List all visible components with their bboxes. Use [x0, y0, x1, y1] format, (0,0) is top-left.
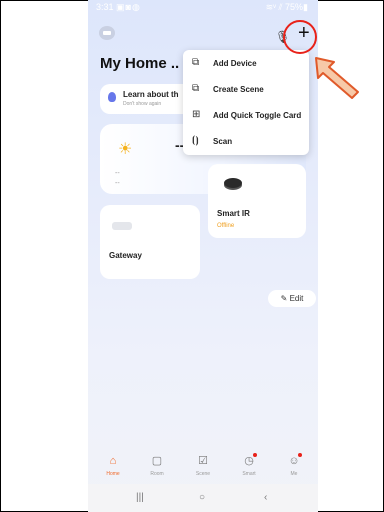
tab-scene[interactable]: ☑ Scene — [183, 448, 223, 483]
smart-ir-device-icon — [224, 178, 242, 188]
bottom-tab-bar: ⌂ Home ▢ Room ☑ Scene ◷ Smart ☺ Me — [88, 448, 318, 483]
phone-screen: 3:31 ▣◙◍ ≋ᵛ ⫽ 75%▮ My Home .. 🎙 + Learn … — [88, 0, 318, 512]
gateway-device-icon — [112, 222, 132, 230]
menu-item-add-quick-toggle-card[interactable]: ⊞ Add Quick Toggle Card — [183, 104, 309, 128]
back-button[interactable]: ‹ — [264, 492, 267, 503]
highlight-circle — [283, 20, 317, 54]
weather-detail-1: -- — [115, 170, 120, 177]
tab-label: Smart — [242, 471, 256, 477]
tab-label: Me — [290, 471, 298, 477]
bulb-icon — [108, 92, 116, 102]
home-icon: ⌂ — [109, 455, 117, 467]
me-icon: ☺ — [288, 455, 300, 467]
home-title[interactable]: My Home .. — [100, 55, 179, 72]
edit-button[interactable]: ✎ Edit — [268, 290, 316, 307]
home-system-button[interactable]: ○ — [199, 492, 205, 503]
smart-badge — [253, 453, 257, 457]
add-card-icon: ⊞ — [192, 109, 201, 120]
add-device-icon: ⧉ — [192, 57, 200, 68]
tab-label: Room — [150, 471, 164, 477]
recent-apps-button[interactable]: ||| — [136, 492, 144, 503]
menu-item-label: Create Scene — [213, 85, 264, 94]
device-card-smart-ir[interactable]: Smart IR Offline — [208, 164, 306, 238]
menu-item-label: Add Quick Toggle Card — [213, 111, 302, 120]
tab-label: Home — [106, 471, 120, 477]
sun-icon: ☀ — [118, 141, 133, 158]
status-right: ≋ᵛ ⫽ 75%▮ — [265, 2, 308, 12]
status-bar: 3:31 ▣◙◍ ≋ᵛ ⫽ 75%▮ — [92, 2, 314, 14]
tab-smart[interactable]: ◷ Smart — [229, 448, 269, 483]
system-nav-bar: ||| ○ ‹ — [88, 484, 318, 512]
banner-dismiss[interactable]: Don't show again — [123, 101, 161, 107]
weather-detail-2: -- — [115, 180, 120, 187]
menu-item-create-scene[interactable]: ⧉ Create Scene — [183, 78, 309, 102]
pointer-arrow-icon — [315, 57, 359, 99]
menu-item-label: Add Device — [213, 59, 257, 68]
status-notification-icons: ▣◙◍ — [116, 2, 141, 12]
tab-home[interactable]: ⌂ Home — [93, 448, 133, 483]
menu-item-scan[interactable]: ⦗⦘ Scan — [183, 130, 309, 154]
device-name: Smart IR — [217, 209, 250, 218]
home-avatar-button[interactable] — [99, 26, 115, 40]
room-icon: ▢ — [151, 455, 163, 467]
menu-item-label: Scan — [213, 137, 233, 146]
add-menu: ⧉ Add Device ⧉ Create Scene ⊞ Add Quick … — [183, 50, 309, 155]
pencil-icon: ✎ — [280, 294, 288, 303]
tab-label: Scene — [195, 471, 211, 477]
status-time: 3:31 — [96, 2, 114, 12]
create-scene-icon: ⧉ — [192, 83, 200, 94]
edit-label: Edit — [289, 294, 304, 303]
tab-room[interactable]: ▢ Room — [137, 448, 177, 483]
me-badge — [298, 453, 302, 457]
device-status: Offline — [217, 223, 235, 229]
device-name: Gateway — [109, 251, 142, 260]
banner-title: Learn about th — [123, 90, 179, 99]
menu-item-add-device[interactable]: ⧉ Add Device — [183, 52, 309, 76]
scene-icon: ☑ — [198, 455, 208, 467]
tab-me[interactable]: ☺ Me — [274, 448, 314, 483]
smart-icon: ◷ — [244, 455, 254, 467]
scan-icon: ⦗⦘ — [192, 135, 199, 146]
device-card-gateway[interactable]: Gateway — [100, 205, 200, 279]
